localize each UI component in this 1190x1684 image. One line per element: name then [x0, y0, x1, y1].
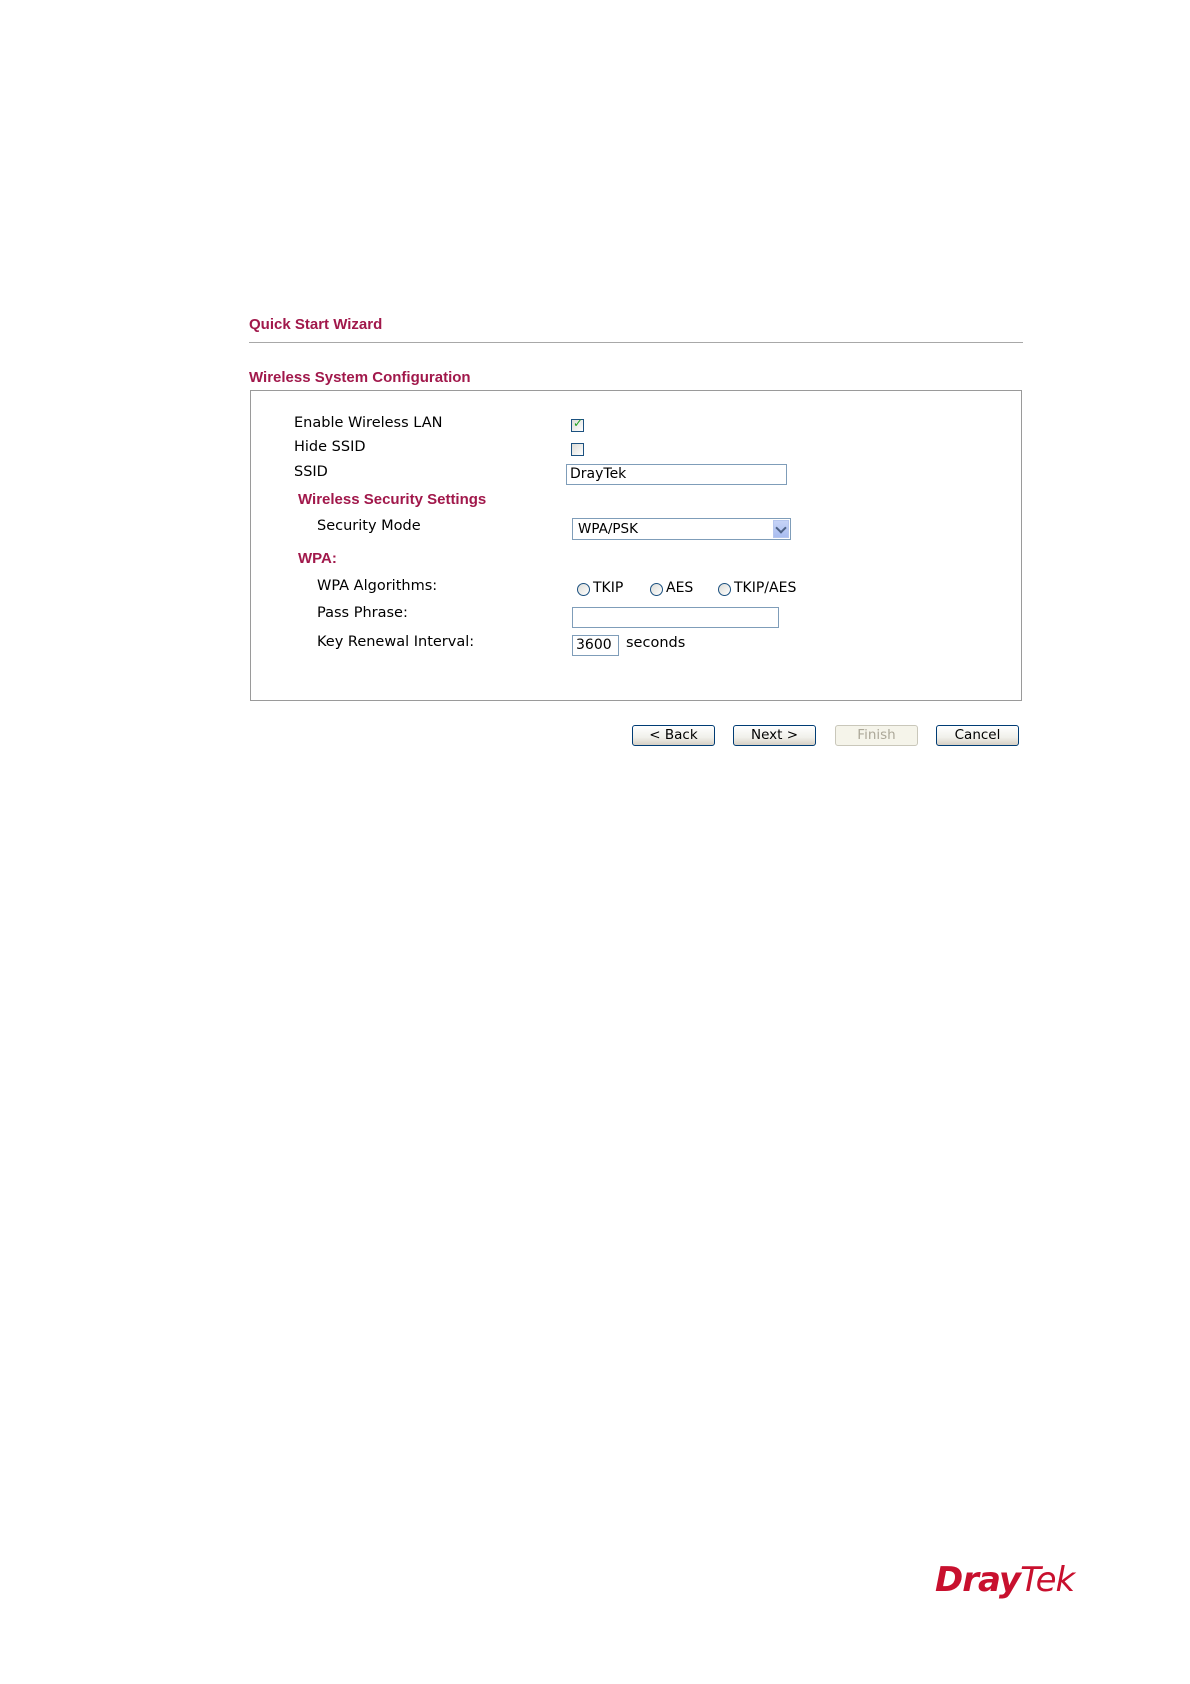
checkmark-icon: ✓ — [573, 416, 584, 430]
tkip-radio[interactable] — [577, 583, 590, 596]
pass-phrase-label: Pass Phrase: — [317, 605, 408, 621]
pass-phrase-input[interactable] — [572, 607, 779, 628]
next-button[interactable]: Next > — [733, 725, 816, 746]
hide-ssid-label: Hide SSID — [294, 439, 366, 455]
aes-radio[interactable] — [650, 583, 663, 596]
chevron-down-icon[interactable] — [773, 520, 789, 538]
ssid-label: SSID — [294, 464, 328, 480]
logo-part-dray: Dray — [935, 1560, 1021, 1600]
ssid-input[interactable]: DrayTek — [566, 464, 787, 485]
draytek-logo: DrayTek — [935, 1560, 1075, 1600]
finish-button: Finish — [835, 725, 918, 746]
title-divider — [249, 342, 1023, 343]
key-renewal-label: Key Renewal Interval: — [317, 634, 475, 650]
security-mode-select[interactable]: WPA/PSK — [572, 518, 791, 540]
tkip-aes-radio[interactable] — [718, 583, 731, 596]
security-mode-label: Security Mode — [317, 518, 421, 534]
wizard-title: Quick Start Wizard — [249, 316, 383, 333]
enable-wireless-lan-checkbox[interactable]: ✓ — [571, 416, 584, 432]
security-mode-value: WPA/PSK — [578, 521, 638, 537]
section-title: Wireless System Configuration — [249, 369, 471, 386]
key-renewal-input[interactable]: 3600 — [572, 635, 619, 656]
hide-ssid-checkbox[interactable] — [571, 443, 584, 456]
aes-radio-label: AES — [666, 580, 694, 596]
key-renewal-unit: seconds — [626, 635, 686, 651]
back-button[interactable]: < Back — [632, 725, 715, 746]
cancel-button[interactable]: Cancel — [936, 725, 1019, 746]
wpa-algorithms-label: WPA Algorithms: — [317, 578, 438, 594]
enable-wireless-lan-label: Enable Wireless LAN — [294, 415, 443, 431]
config-panel: Enable Wireless LAN ✓ Hide SSID SSID Dra… — [250, 390, 1022, 701]
logo-part-tek: Tek — [1020, 1560, 1075, 1600]
wpa-heading: WPA: — [298, 550, 337, 567]
tkip-radio-label: TKIP — [593, 580, 624, 596]
tkip-aes-radio-label: TKIP/AES — [734, 580, 797, 596]
wireless-security-heading: Wireless Security Settings — [298, 491, 487, 508]
